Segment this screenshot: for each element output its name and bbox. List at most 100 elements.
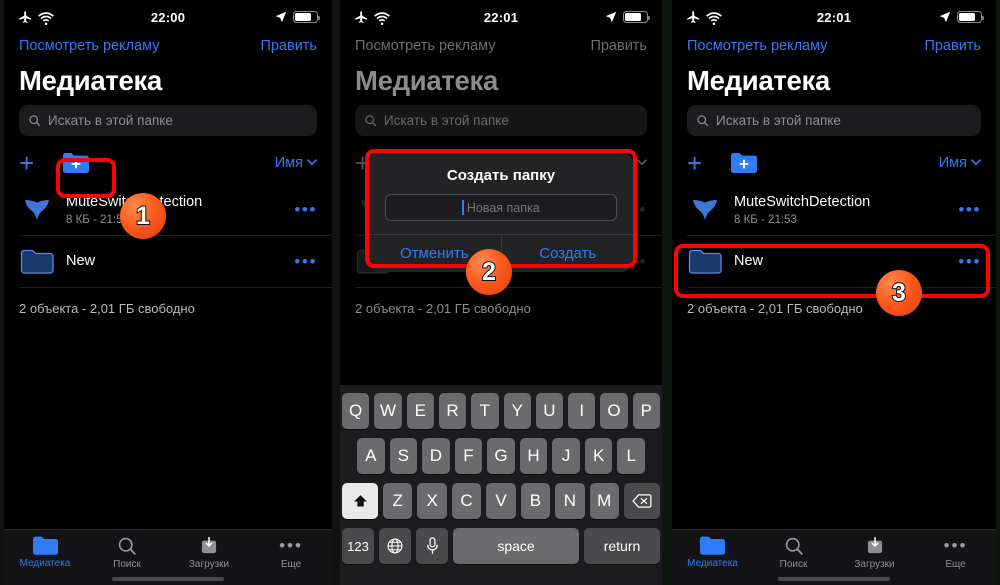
swift-file-icon bbox=[19, 196, 55, 224]
keyboard-row-4: 123 space return bbox=[342, 528, 660, 564]
ios-files-screen-2: 22:01 Посмотреть рекламу Править Медиате… bbox=[340, 0, 662, 585]
home-indicator bbox=[778, 577, 890, 581]
key-q[interactable]: Q bbox=[342, 393, 370, 429]
new-folder-icon[interactable] bbox=[61, 151, 91, 175]
more-ellipsis-icon[interactable]: ••• bbox=[294, 253, 317, 270]
key-h[interactable]: H bbox=[519, 438, 548, 474]
downloads-icon bbox=[201, 536, 217, 554]
search-input[interactable]: Искать в этой папке bbox=[687, 105, 981, 136]
edit-button[interactable]: Править bbox=[924, 38, 981, 54]
space-key[interactable]: space bbox=[453, 528, 579, 564]
search-input[interactable]: Искать в этой папке bbox=[19, 105, 317, 136]
tab-media-library[interactable]: Медиатека bbox=[672, 536, 753, 569]
tab-search[interactable]: Поиск bbox=[753, 536, 834, 570]
key-x[interactable]: X bbox=[417, 483, 447, 519]
tab-downloads[interactable]: Загрузки bbox=[834, 536, 915, 570]
key-b[interactable]: B bbox=[520, 483, 551, 519]
key-m[interactable]: M bbox=[589, 483, 619, 519]
text-caret bbox=[462, 200, 464, 215]
folder-icon bbox=[32, 536, 58, 555]
tab-more[interactable]: ••• Еще bbox=[250, 536, 332, 570]
key-d[interactable]: D bbox=[422, 438, 450, 474]
dialog-title: Создать папку bbox=[446, 167, 556, 184]
phone-panel-1: 22:00 Посмотреть рекламу Править Медиате… bbox=[4, 0, 332, 585]
folder-icon bbox=[700, 536, 725, 555]
tab-label: Загрузки bbox=[854, 559, 895, 570]
search-placeholder: Искать в этой папке bbox=[384, 113, 509, 128]
file-list: MuteSwitchDetection 8 КБ - 21:53 ••• New… bbox=[4, 184, 332, 288]
battery-icon bbox=[293, 11, 321, 23]
more-ellipsis-icon[interactable]: ••• bbox=[958, 253, 981, 270]
step-badge-2: 2 bbox=[466, 249, 512, 295]
shift-up-arrow-icon[interactable] bbox=[342, 483, 379, 519]
phone-panel-2: 22:01 Посмотреть рекламу Править Медиате… bbox=[340, 0, 662, 585]
ios-files-screen-1: 22:00 Посмотреть рекламу Править Медиате… bbox=[4, 0, 332, 585]
microphone-icon[interactable] bbox=[416, 528, 448, 564]
key-s[interactable]: S bbox=[389, 438, 418, 474]
key-c[interactable]: C bbox=[451, 483, 482, 519]
return-key[interactable]: return bbox=[584, 528, 660, 564]
key-j[interactable]: J bbox=[552, 438, 580, 474]
key-v[interactable]: V bbox=[486, 483, 516, 519]
folder-glyph bbox=[20, 249, 54, 274]
edit-button[interactable]: Править bbox=[590, 38, 647, 54]
key-k[interactable]: K bbox=[584, 438, 613, 474]
edit-button[interactable]: Править bbox=[260, 38, 317, 54]
view-ads-link[interactable]: Посмотреть рекламу bbox=[687, 38, 828, 54]
globe-language-icon[interactable] bbox=[379, 528, 411, 564]
key-w[interactable]: W bbox=[374, 393, 402, 429]
folder-name-input[interactable]: Новая папка bbox=[385, 194, 617, 221]
tab-downloads[interactable]: Загрузки bbox=[168, 536, 250, 570]
key-n[interactable]: N bbox=[555, 483, 585, 519]
chevron-down-icon bbox=[307, 159, 317, 166]
swift-bird-glyph bbox=[25, 199, 49, 220]
key-z[interactable]: Z bbox=[383, 483, 413, 519]
new-folder-icon[interactable] bbox=[729, 151, 759, 175]
key-e[interactable]: E bbox=[406, 393, 434, 429]
tab-label: Еще bbox=[280, 559, 302, 570]
table-row[interactable]: New ••• bbox=[687, 236, 996, 288]
view-ads-link[interactable]: Посмотреть рекламу bbox=[19, 38, 160, 54]
sort-by-name-button[interactable]: Имя bbox=[939, 155, 981, 171]
search-input[interactable]: Искать в этой папке bbox=[355, 105, 647, 136]
globe-glyph bbox=[387, 538, 403, 554]
more-ellipsis-icon[interactable]: ••• bbox=[294, 201, 317, 218]
battery-icon bbox=[957, 11, 985, 23]
file-name: MuteSwitchDetection bbox=[734, 194, 871, 211]
search-icon bbox=[29, 115, 41, 127]
phone-panel-3: 22:01 Посмотреть рекламу Править Медиате… bbox=[672, 0, 996, 585]
status-bar: 22:01 bbox=[340, 0, 662, 34]
view-ads-link[interactable]: Посмотреть рекламу bbox=[355, 38, 496, 54]
plus-icon[interactable]: + bbox=[19, 150, 34, 176]
step-badge-3: 3 bbox=[876, 270, 922, 316]
key-t[interactable]: T bbox=[471, 393, 499, 429]
key-p[interactable]: P bbox=[632, 393, 660, 429]
plus-icon[interactable]: + bbox=[687, 150, 702, 176]
sort-by-name-button[interactable]: Имя bbox=[275, 155, 317, 171]
location-arrow-icon bbox=[275, 11, 287, 23]
tab-more[interactable]: ••• Еще bbox=[915, 536, 996, 570]
create-button[interactable]: Создать bbox=[500, 235, 635, 272]
status-bar-right bbox=[938, 10, 985, 24]
key-o[interactable]: O bbox=[600, 393, 628, 429]
key-g[interactable]: G bbox=[487, 438, 515, 474]
key-f[interactable]: F bbox=[454, 438, 483, 474]
table-row[interactable]: MuteSwitchDetection 8 КБ - 21:53 ••• bbox=[19, 184, 332, 236]
toolbar-row: + Имя bbox=[672, 136, 996, 184]
tab-label: Еще bbox=[945, 559, 966, 570]
numbers-key[interactable]: 123 bbox=[342, 528, 374, 564]
key-r[interactable]: R bbox=[438, 393, 467, 429]
more-ellipsis-icon[interactable]: ••• bbox=[958, 201, 981, 218]
search-placeholder: Искать в этой папке bbox=[716, 113, 841, 128]
table-row[interactable]: MuteSwitchDetection 8 КБ - 21:53 ••• bbox=[687, 184, 996, 236]
more-ellipsis-icon: ••• bbox=[943, 536, 968, 555]
tab-search[interactable]: Поиск bbox=[86, 536, 168, 570]
table-row[interactable]: New ••• bbox=[19, 236, 332, 288]
key-a[interactable]: A bbox=[356, 438, 385, 474]
key-i[interactable]: I bbox=[568, 393, 596, 429]
key-u[interactable]: U bbox=[535, 393, 564, 429]
key-y[interactable]: Y bbox=[503, 393, 531, 429]
tab-media-library[interactable]: Медиатека bbox=[4, 536, 86, 569]
backspace-delete-icon[interactable] bbox=[623, 483, 660, 519]
key-l[interactable]: L bbox=[617, 438, 646, 474]
